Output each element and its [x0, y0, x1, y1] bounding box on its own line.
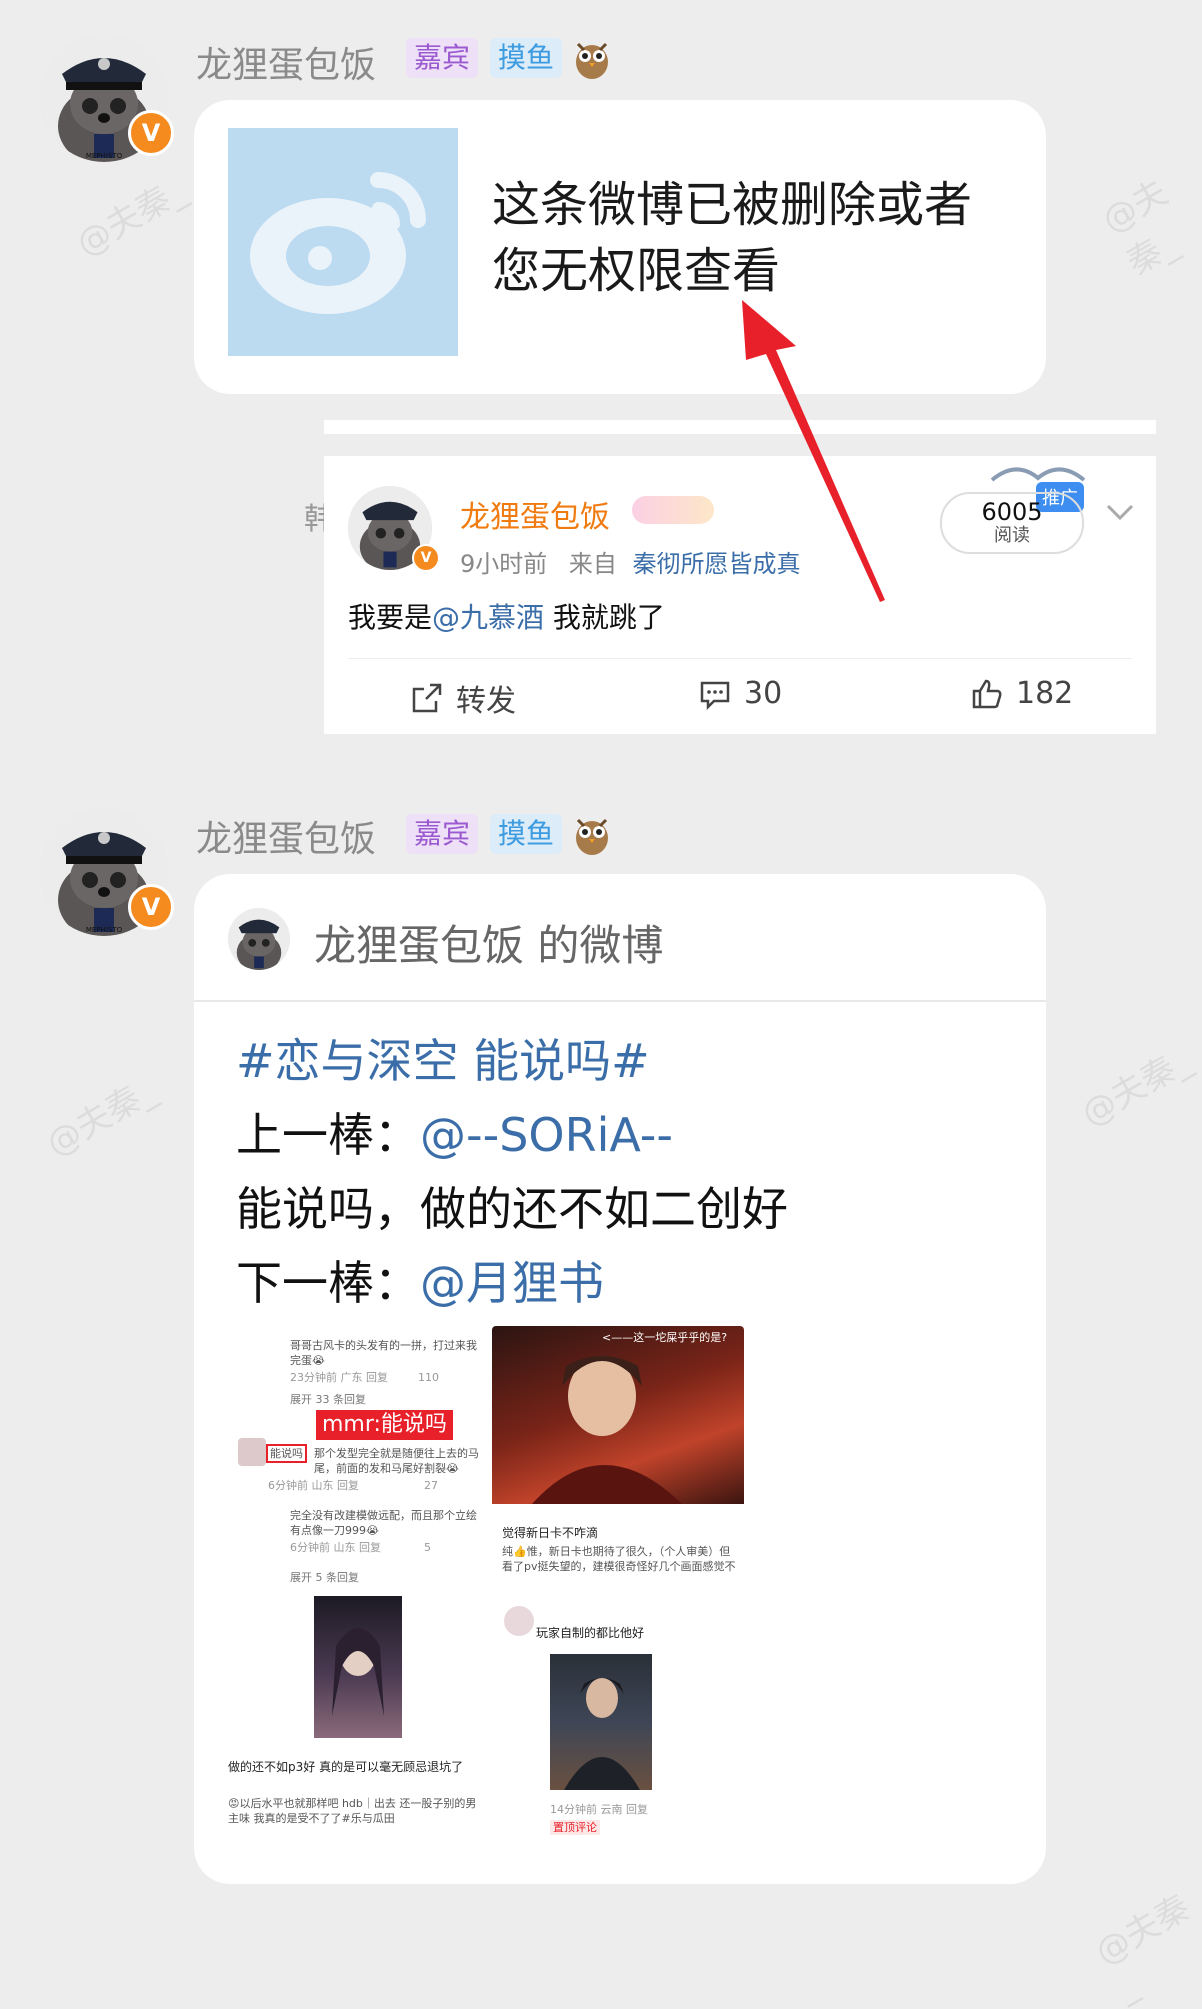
comment-text: 完全没有改建模做远配，而且那个立绘有点像一刀999😭 — [290, 1509, 477, 1537]
read-count: 6005 — [981, 498, 1043, 526]
card-author-avatar — [228, 908, 290, 970]
read-label: 阅读 — [994, 525, 1030, 546]
post-text: #恋与深空 能说吗# 上一棒：@--SORiA-- 能说吗，做的还不如二创好 下… — [236, 1024, 788, 1320]
mention-link[interactable]: @--SORiA-- — [420, 1108, 673, 1162]
game-character-thumbnail[interactable]: <——这一坨屎乎乎的是? 觉得新日卡不咋滴 纯👍惟，新日卡也期待了很久，（个人审… — [492, 1326, 744, 1588]
repost-label: 转发 — [456, 684, 516, 719]
hashtag-link[interactable]: #恋与深空 能说吗# — [236, 1024, 788, 1098]
fan-art-comment-thumbnail[interactable]: 玩家自制的都比他好 14分钟前 云南 回复 置顶评论 — [492, 1596, 744, 1846]
comment-meta: 14分钟前 云南 回复 — [550, 1803, 648, 1816]
comment-meta: 23分钟前 广东 回复 — [290, 1371, 388, 1384]
svg-text:MEPHISTO: MEPHISTO — [86, 926, 123, 934]
image-caption: <——这一坨屎乎乎的是? — [602, 1331, 728, 1344]
highlight-label: mmr:能说吗 — [316, 1410, 453, 1440]
pinned-comment-badge: 置顶评论 — [550, 1820, 600, 1835]
watermark: @夫秦_ — [1095, 172, 1185, 284]
comment-text: 玩家自制的都比他好 — [536, 1626, 645, 1640]
deleted-notice-line1: 这条微博已被删除或者 — [492, 177, 973, 233]
previous-baton-label: 上一棒： — [236, 1108, 420, 1162]
share-icon — [412, 683, 442, 713]
post-title: 觉得新日卡不咋滴 — [502, 1526, 599, 1540]
thumbs-up-icon — [972, 679, 1002, 708]
watermark: @夫秦_ — [1074, 1040, 1198, 1135]
deleted-notice-text: 这条微博已被删除或者 您无权限查看 — [492, 172, 972, 304]
image-collage[interactable]: 哥哥古风卡的头发有的一拼，打过来我完蛋😭 23分钟前 广东 回复 110 展开 … — [228, 1326, 768, 1846]
post-body: 我要是@九慕酒 我就跳了 — [348, 596, 665, 636]
comment-likes: 27 — [424, 1479, 438, 1492]
verified-badge-icon: V — [128, 110, 174, 156]
like-button[interactable]: 182 — [970, 676, 1073, 711]
comment-meta: 6分钟前 山东 回复 — [268, 1479, 359, 1492]
character-image — [314, 1596, 402, 1738]
avatar[interactable]: MEPHISTO V — [40, 34, 174, 162]
shared-weibo-card[interactable]: 龙狸蛋包饭 的微博 #恋与深空 能说吗# 上一棒：@--SORiA-- 能说吗，… — [194, 874, 1046, 1884]
weibo-logo-icon — [228, 128, 458, 356]
message-bubble-deleted[interactable]: 这条微博已被删除或者 您无权限查看 — [194, 100, 1046, 394]
read-count-pill: 6005 阅读 — [940, 492, 1084, 554]
mention-link[interactable]: @月狸书 — [420, 1256, 604, 1310]
post-text: 做的还不如p3好 真的是可以毫无顾忌退坑了 — [228, 1760, 464, 1774]
fan-art-image — [550, 1654, 652, 1790]
post-time: 9小时前 — [460, 550, 548, 578]
expand-replies: 展开 5 条回复 — [290, 1571, 359, 1584]
watermark: @夫秦_ — [1088, 1887, 1197, 2009]
blurred-avatar — [504, 1606, 534, 1636]
owl-emoji-icon — [574, 812, 610, 856]
sender-name: 龙狸蛋包饭 — [196, 45, 377, 86]
card-title: 龙狸蛋包饭 的微博 — [314, 921, 664, 970]
boxed-text: 能说吗 — [266, 1444, 307, 1463]
expand-replies: 展开 33 条回复 — [290, 1393, 366, 1406]
post-text-line: 能说吗，做的还不如二创好 — [236, 1182, 788, 1236]
post-body-prefix: 我要是 — [348, 601, 433, 634]
post-from-label: 来自 — [568, 550, 617, 578]
comment-icon — [700, 681, 730, 710]
watermark: @夫秦_ — [39, 1070, 163, 1165]
comment-screenshot-thumbnail[interactable]: 哥哥古风卡的头发有的一拼，打过来我完蛋😭 23分钟前 广东 回复 110 展开 … — [228, 1326, 484, 1588]
chevron-down-icon[interactable] — [1104, 496, 1136, 528]
post-mention-link[interactable]: @九慕酒 — [432, 601, 544, 634]
verified-badge-icon: V — [412, 544, 440, 572]
owl-emoji-icon — [574, 36, 610, 80]
comment-button[interactable]: 30 — [698, 676, 782, 711]
divider — [348, 658, 1132, 659]
tag-guest: 嘉宾 — [406, 814, 479, 854]
comment-meta: 6分钟前 山东 回复 — [290, 1541, 381, 1554]
comment-likes: 5 — [424, 1541, 431, 1554]
tag-fish: 摸鱼 — [490, 38, 563, 78]
member-badge-icon — [632, 496, 714, 524]
character-art-thumbnail[interactable]: 做的还不如p3好 真的是可以毫无顾忌退坑了 😡以后水平也就那样吧 hdb｜出去 … — [228, 1596, 484, 1846]
character-image — [492, 1326, 744, 1504]
comment-text: 哥哥古风卡的头发有的一拼，打过来我完蛋😭 — [290, 1339, 477, 1367]
post-snippet: 纯👍惟，新日卡也期待了很久，（个人审美）但看了pv挺失望的，建模很奇怪好几个画面… — [502, 1545, 736, 1573]
like-count: 182 — [1016, 676, 1074, 711]
owl-police-avatar-icon — [228, 908, 290, 970]
post-text: 😡以后水平也就那样吧 hdb｜出去 还一股子别的男主味 我真的是受不了了#乐与瓜… — [228, 1797, 477, 1825]
next-baton-label: 下一棒： — [236, 1256, 420, 1310]
verified-badge-icon: V — [128, 884, 174, 930]
tag-guest: 嘉宾 — [406, 38, 479, 78]
post-body-suffix: 我就跳了 — [544, 601, 665, 634]
watermark: @夫秦_ — [69, 170, 193, 265]
svg-text:MEPHISTO: MEPHISTO — [86, 152, 123, 160]
divider — [194, 1000, 1046, 1002]
sender-name: 龙狸蛋包饭 — [196, 819, 377, 860]
post-author-name[interactable]: 龙狸蛋包饭 — [460, 492, 610, 536]
avatar[interactable]: MEPHISTO V — [40, 808, 174, 936]
red-arrow-annotation — [742, 300, 885, 602]
comment-likes: 110 — [418, 1371, 439, 1384]
repost-button[interactable]: 转发 — [410, 676, 516, 720]
comment-count: 30 — [744, 676, 783, 711]
blurred-avatar — [238, 1438, 266, 1466]
tag-fish: 摸鱼 — [490, 814, 563, 854]
comment-text: 那个发型完全就是随便往上去的马尾，前面的发和马尾好割裂😭 — [314, 1447, 479, 1475]
